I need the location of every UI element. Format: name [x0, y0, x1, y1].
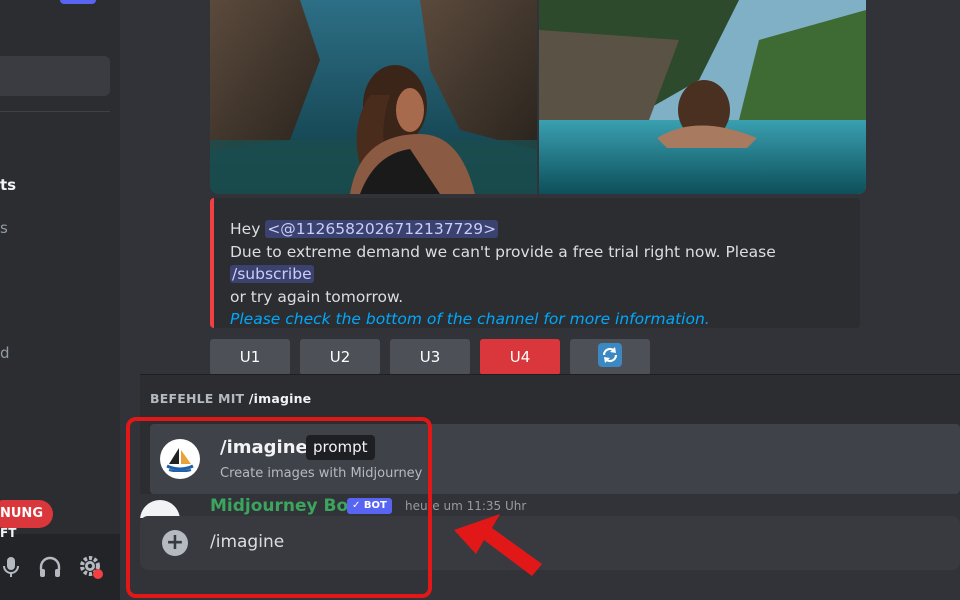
headphones-icon[interactable]: [37, 554, 63, 580]
generated-image-grid[interactable]: [210, 0, 866, 194]
embed-line-3: or try again tomorrow.: [230, 287, 404, 306]
user-mention[interactable]: <@1126582026712137729>: [265, 220, 499, 238]
red-arrow-icon: [454, 514, 542, 576]
embed-line-2: Due to extreme demand we can't provide a…: [230, 241, 846, 286]
sidebar-item[interactable]: s: [0, 219, 8, 237]
embed-line-1: Hey <@1126582026712137729>: [230, 218, 846, 241]
generated-image-2[interactable]: [539, 0, 866, 194]
autocomplete-header-prefix: BEFEHLE MIT: [150, 391, 245, 406]
discord-window: ts s d NUNG FT Hey <@1126582026712137729…: [0, 0, 960, 600]
settings-gear-icon[interactable]: [78, 554, 104, 580]
server-header-indicator: [60, 0, 96, 4]
sidebar-item[interactable]: d: [0, 344, 10, 362]
subscribe-command-mention[interactable]: /subscribe: [230, 265, 314, 283]
embed-message: Hey <@1126582026712137729> Due to extrem…: [210, 198, 860, 328]
reroll-button[interactable]: [570, 339, 650, 375]
embed-text: Due to extreme demand we can't provide a…: [230, 242, 776, 261]
sidebar-selected-item[interactable]: [0, 56, 110, 96]
sidebar-divider: [0, 111, 110, 112]
user-panel: FT: [0, 526, 120, 600]
autocomplete-header: BEFEHLE MIT /imagine: [150, 391, 311, 406]
username-fragment: FT: [0, 526, 17, 540]
embed-info-link[interactable]: Please check the bottom of the channel f…: [230, 308, 846, 331]
sidebar-item-active[interactable]: ts: [0, 176, 16, 194]
autocomplete-header-command: /imagine: [248, 391, 312, 406]
embed-greeting: Hey: [230, 220, 261, 238]
notification-badge[interactable]: NUNG: [0, 500, 53, 528]
upscale-1-button[interactable]: U1: [210, 339, 290, 375]
channel-sidebar: ts s d NUNG FT: [0, 0, 120, 600]
refresh-icon: [598, 343, 622, 371]
upscale-3-button[interactable]: U3: [390, 339, 470, 375]
mic-icon[interactable]: [0, 554, 24, 580]
upscale-2-button[interactable]: U2: [300, 339, 380, 375]
generated-image-1[interactable]: [210, 0, 537, 194]
upscale-4-button[interactable]: U4: [480, 339, 560, 375]
highlight-box: [126, 417, 432, 598]
